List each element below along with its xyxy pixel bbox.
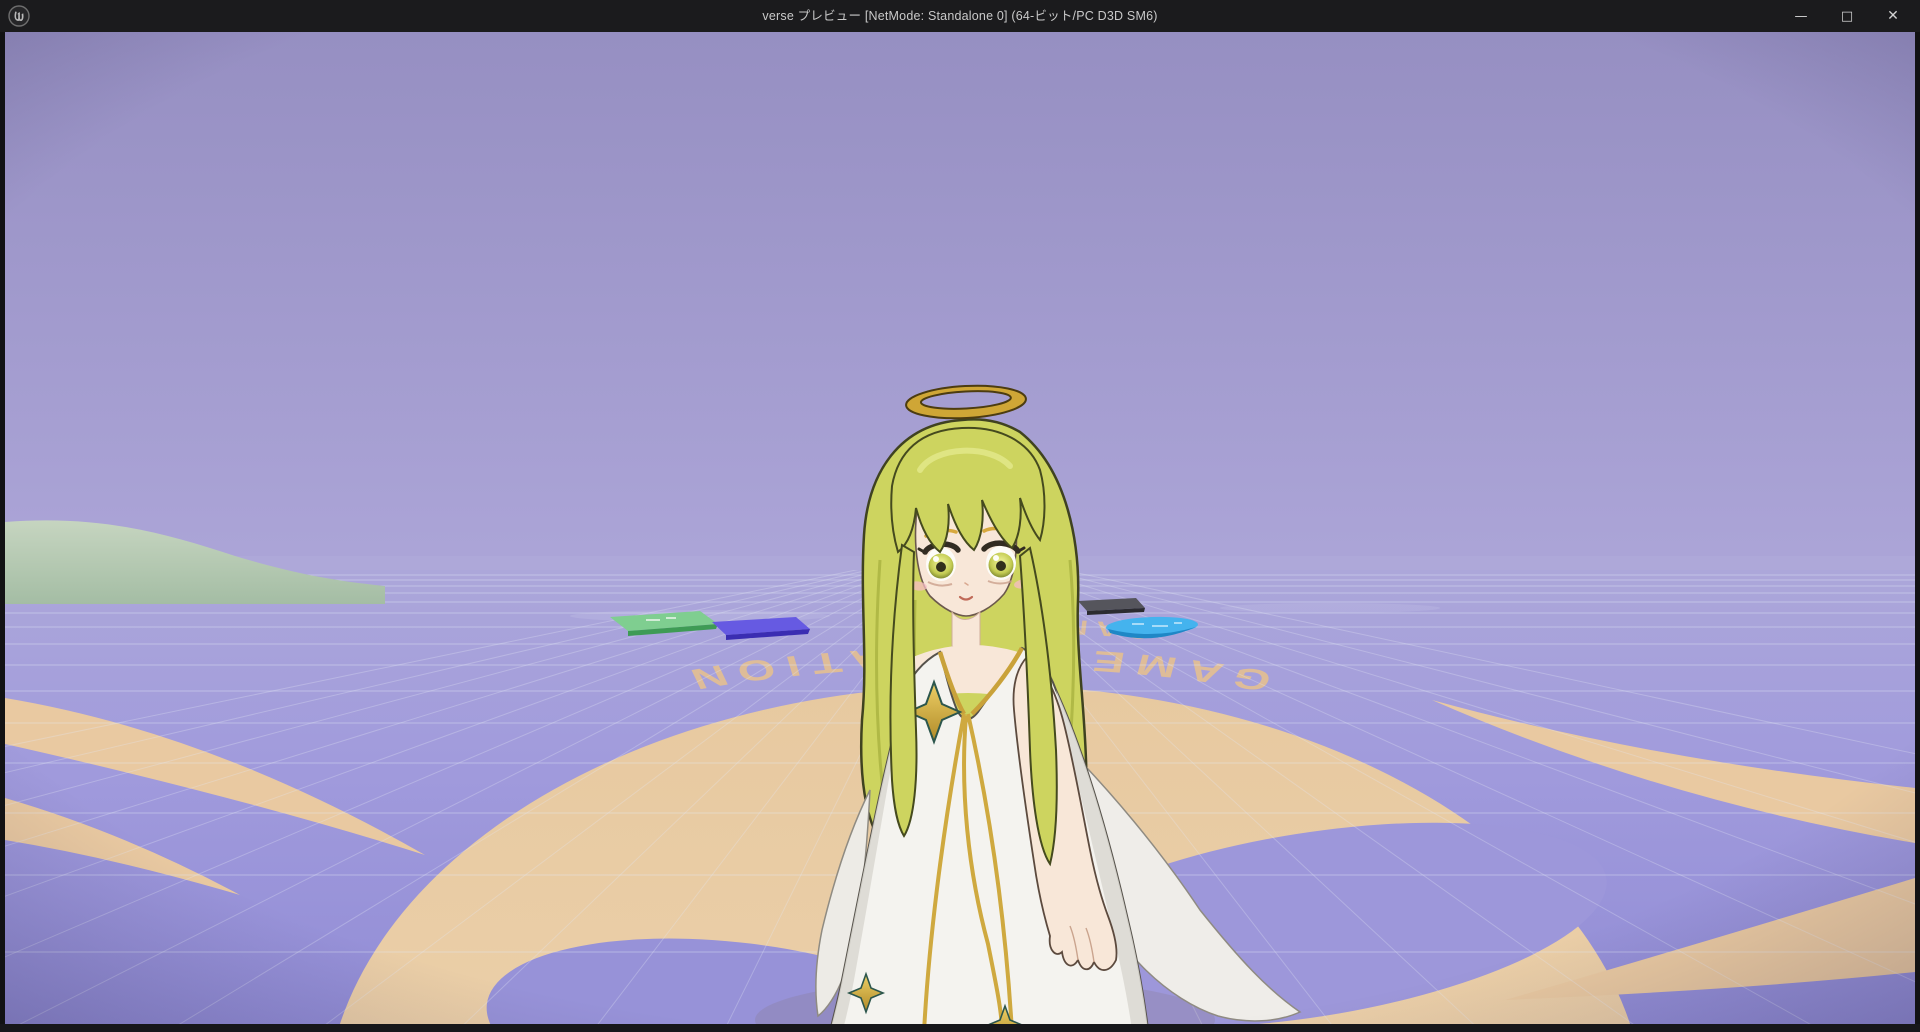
window-controls: — □ ✕ [1778, 0, 1916, 32]
game-viewport[interactable]: GAME ANIMATION SAMPLE [5, 32, 1915, 1024]
window-border-bottom [0, 1024, 1920, 1032]
close-button[interactable]: ✕ [1870, 0, 1916, 32]
window-border-left [0, 32, 5, 1032]
window-border-right [1915, 32, 1920, 1032]
close-icon: ✕ [1887, 8, 1899, 24]
vignette [5, 32, 1915, 1024]
maximize-icon: □ [1841, 9, 1853, 24]
window-titlebar: verse プレビュー [NetMode: Standalone 0] (64-… [0, 0, 1920, 32]
minimize-icon: — [1795, 9, 1808, 24]
scene-svg: GAME ANIMATION SAMPLE [5, 32, 1915, 1024]
window-title: verse プレビュー [NetMode: Standalone 0] (64-… [0, 0, 1920, 32]
maximize-button[interactable]: □ [1824, 0, 1870, 32]
minimize-button[interactable]: — [1778, 0, 1824, 32]
